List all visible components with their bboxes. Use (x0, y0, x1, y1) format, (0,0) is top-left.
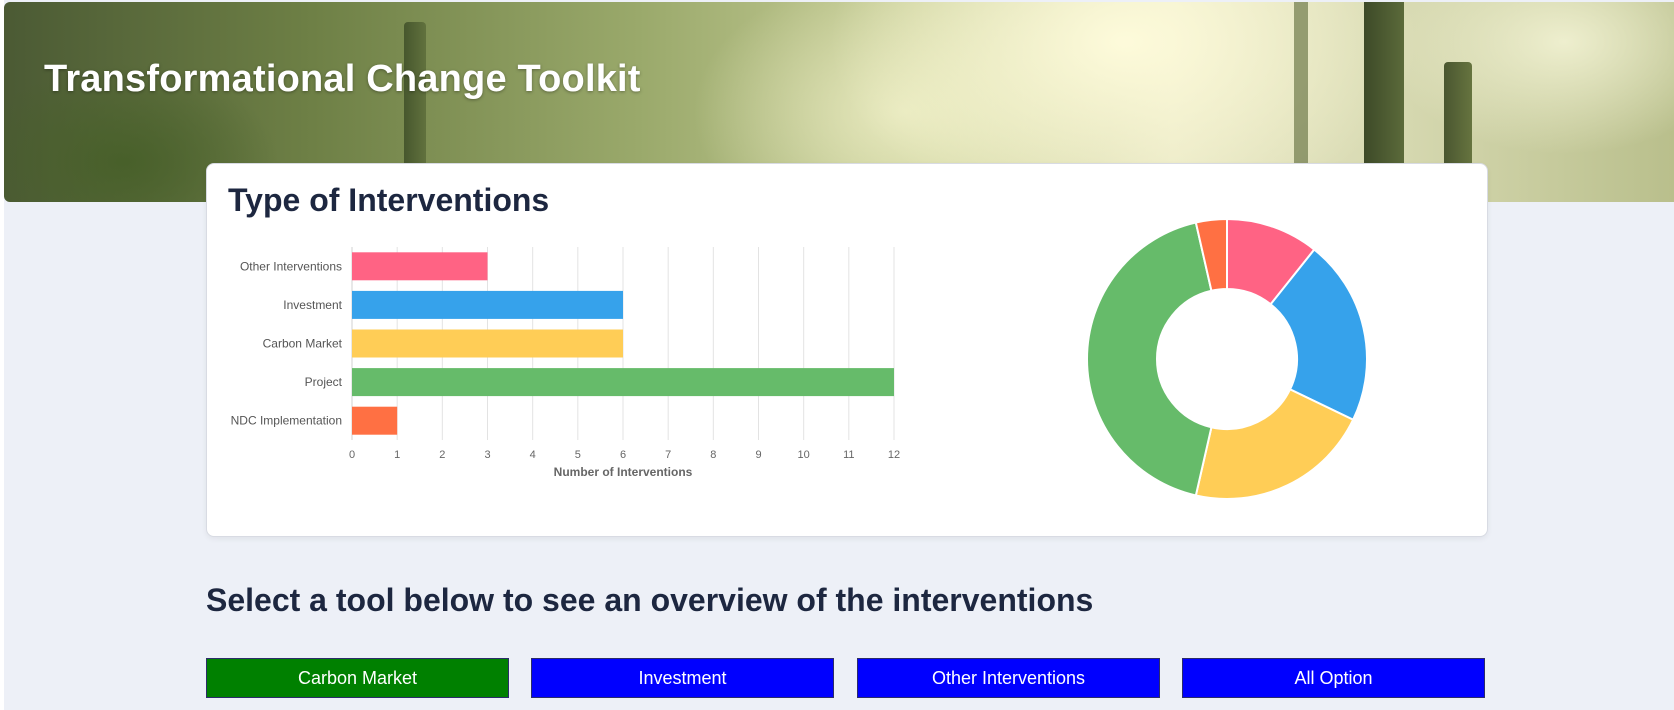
x-axis-title: Number of Interventions (554, 465, 693, 479)
x-tick-label: 6 (620, 449, 626, 461)
x-tick-label: 0 (349, 449, 355, 461)
bar-other-interventions[interactable] (352, 252, 488, 281)
donut-chart (1086, 217, 1368, 500)
x-tick-label: 8 (710, 449, 716, 461)
x-tick-label: 3 (484, 449, 490, 461)
tools-heading: Select a tool below to see an overview o… (206, 582, 1094, 618)
y-tick-label: Project (305, 375, 343, 389)
tool-button-carbon-market[interactable]: Carbon Market (206, 658, 509, 698)
x-tick-label: 11 (843, 449, 854, 461)
tool-button-all-option[interactable]: All Option (1182, 658, 1485, 698)
y-tick-label: Other Interventions (240, 259, 342, 273)
slice-project[interactable] (1086, 221, 1213, 497)
y-tick-label: NDC Implementation (231, 414, 342, 428)
y-tick-label: Investment (283, 298, 342, 312)
x-tick-label: 5 (575, 449, 581, 461)
bar-carbon-market[interactable] (352, 329, 623, 358)
interventions-card: Type of Interventions 0 1 2 3 4 5 6 7 8 9 10 11 12 Ot… (206, 163, 1488, 537)
x-tick-label: 1 (394, 449, 400, 461)
bar-ndc-implementation[interactable] (352, 406, 398, 435)
x-tick-label: 9 (755, 449, 761, 461)
x-tick-label: 12 (888, 449, 900, 461)
y-tick-label: Carbon Market (263, 337, 343, 351)
x-tick-label: 10 (798, 449, 810, 461)
x-tick-label: 2 (439, 449, 445, 461)
tool-button-other-interventions[interactable]: Other Interventions (857, 658, 1160, 698)
x-tick-label: 7 (665, 449, 671, 461)
bar-chart: 0 1 2 3 4 5 6 7 8 9 10 11 12Other InterventionsInves… (231, 247, 900, 479)
bar-project[interactable] (352, 368, 894, 397)
bar-investment[interactable] (352, 290, 623, 319)
x-tick-label: 4 (530, 449, 536, 461)
page-title: Transformational Change Toolkit (44, 58, 641, 100)
tool-button-investment[interactable]: Investment (531, 658, 834, 698)
